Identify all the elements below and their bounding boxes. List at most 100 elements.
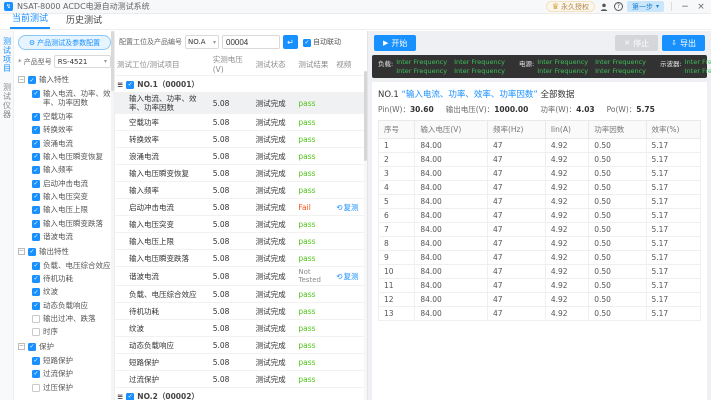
test-item-row[interactable]: 转换效率 5.08 测试完成 pass [115, 131, 367, 148]
retry-button[interactable]: ⟲ 复测 [336, 271, 358, 282]
tree-item[interactable]: 输出过冲、跌落 [18, 312, 111, 325]
test-item-row[interactable]: 短路保护 5.08 测试完成 pass [115, 354, 367, 371]
tree-item-checkbox[interactable]: ✓ [32, 112, 40, 121]
menu-icon[interactable]: ≡ [117, 80, 123, 89]
tree-item-checkbox[interactable] [32, 383, 40, 392]
tree-item[interactable]: ✓ 过流保护 [18, 367, 111, 380]
tree-group-checkbox[interactable]: ✓ [28, 342, 36, 351]
tree-item-checkbox[interactable]: ✓ [32, 139, 40, 148]
tree-item[interactable]: 过压保护 [18, 381, 111, 394]
tree-item[interactable]: ✓ 输入电压瞬变跌落 [18, 217, 111, 230]
tree-group-row[interactable]: − ✓ 输入特性 [18, 72, 111, 87]
group-checkbox[interactable]: ✓ [126, 80, 135, 89]
result-row[interactable]: 7 84.00 47 4.92 0.50 5.17 [377, 222, 701, 237]
retry-button[interactable]: ⟲ 复测 [336, 202, 358, 213]
serial-number-input[interactable] [222, 35, 280, 49]
result-row[interactable]: 3 84.00 47 4.92 0.50 5.17 [377, 166, 701, 181]
station-group-no1[interactable]: ≡ ✓ NO.1（00001） [115, 76, 367, 93]
group-checkbox[interactable]: ✓ [126, 392, 135, 400]
tab-history-test[interactable]: 历史测试 [64, 11, 104, 29]
tree-item-checkbox[interactable]: ✓ [32, 301, 40, 310]
tree-group-row[interactable]: − ✓ 输出特性 [18, 244, 111, 259]
test-item-row[interactable]: 输入电流、功率、效率、功率因数 5.08 测试完成 pass [115, 93, 367, 114]
test-item-row[interactable]: 启动冲击电流 5.08 测试完成 Fail ⟲ 复测 [115, 199, 367, 216]
start-button[interactable]: ▶ 开始 [374, 35, 417, 51]
result-row[interactable]: 1 84.00 47 4.92 0.50 5.17 [377, 138, 701, 153]
tree-item[interactable]: ✓ 负载、电压综合效应 [18, 259, 111, 272]
test-item-row[interactable]: 待机功耗 5.08 测试完成 pass [115, 303, 367, 320]
tree-item[interactable]: ✓ 启动冲击电流 [18, 177, 111, 190]
test-item-row[interactable]: 谐波电流 5.08 测试完成 Not Tested ⟲ 复测 [115, 267, 367, 286]
stop-button[interactable]: ✕ 停止 [615, 35, 659, 51]
tree-item-checkbox[interactable]: ✓ [32, 206, 40, 215]
tree-item[interactable]: ✓ 浪涌电流 [18, 137, 111, 150]
tree-item[interactable]: ✓ 短路保护 [18, 354, 111, 367]
middle-scrollbar[interactable] [364, 71, 367, 400]
collapse-icon[interactable]: − [18, 342, 25, 350]
test-item-row[interactable]: 纹波 5.08 测试完成 pass [115, 320, 367, 337]
tree-item-checkbox[interactable]: ✓ [32, 261, 40, 270]
tree-item-checkbox[interactable]: ✓ [32, 126, 40, 135]
tree-item-checkbox[interactable]: ✓ [32, 288, 40, 297]
result-row[interactable]: 9 84.00 47 4.92 0.50 5.17 [377, 250, 701, 265]
user-menu-button[interactable]: 第一步 ▾ [626, 1, 664, 12]
tree-item[interactable]: ✓ 输入频率 [18, 163, 111, 176]
tree-item-checkbox[interactable]: ✓ [32, 152, 40, 161]
tree-item[interactable]: ✓ 动态负载响应 [18, 299, 111, 312]
collapse-icon[interactable]: − [18, 76, 25, 83]
tree-item[interactable]: ✓ 空载功率 [18, 110, 111, 123]
tree-item-checkbox[interactable]: ✓ [32, 179, 40, 188]
close-button[interactable]: × [695, 1, 707, 13]
station-group-no2[interactable]: ≡ ✓ NO.2（00002） [115, 388, 367, 400]
tree-item-checkbox[interactable] [32, 315, 40, 323]
tree-item[interactable]: ✓ 输入电压突变 [18, 190, 111, 203]
tab-current-test[interactable]: 当前测试 [10, 9, 51, 29]
auto-linkage-option[interactable]: ✓ 自动联动 [303, 37, 341, 47]
result-row[interactable]: 4 84.00 47 4.92 0.50 5.17 [377, 180, 701, 195]
result-row[interactable]: 10 84.00 47 4.92 0.50 5.17 [377, 264, 701, 279]
station-select[interactable]: NO.A ▾ [185, 35, 219, 49]
tree-item-checkbox[interactable]: ✓ [32, 193, 40, 201]
tree-item[interactable]: ✓ 输入电流、功率、效率、功率因数 [18, 87, 111, 110]
vtab-test-instruments[interactable]: 测试仪器 [3, 83, 12, 119]
collapse-icon[interactable]: − [18, 247, 25, 255]
test-item-row[interactable]: 空载功率 5.08 测试完成 pass [115, 114, 367, 131]
result-row[interactable]: 2 84.00 47 4.92 0.50 5.17 [377, 152, 701, 167]
test-item-row[interactable]: 输入电压上限 5.08 测试完成 pass [115, 233, 367, 250]
vtab-test-items[interactable]: 测试项目 [3, 37, 12, 73]
tree-item-checkbox[interactable]: ✓ [32, 90, 40, 98]
result-row[interactable]: 6 84.00 47 4.92 0.50 5.17 [377, 208, 701, 223]
user-icon[interactable] [599, 1, 610, 12]
tree-group-checkbox[interactable]: ✓ [28, 76, 36, 84]
auto-linkage-checkbox[interactable]: ✓ [303, 38, 311, 47]
help-icon[interactable]: ? [613, 2, 623, 11]
result-row[interactable]: 11 84.00 47 4.92 0.50 5.17 [377, 278, 701, 293]
tree-item-checkbox[interactable]: ✓ [32, 166, 40, 175]
tree-group-row[interactable]: − ✓ 保护 [18, 339, 111, 354]
tree-item-checkbox[interactable]: ✓ [32, 219, 40, 228]
result-row[interactable]: 13 84.00 47 4.92 0.50 5.17 [377, 306, 701, 321]
tree-item-checkbox[interactable]: ✓ [32, 356, 40, 365]
test-item-row[interactable]: 输入电压瞬变跌落 5.08 测试完成 pass [115, 250, 367, 267]
confirm-sn-button[interactable]: ↵ [283, 35, 298, 49]
tree-item[interactable]: ✓ 纹波 [18, 285, 111, 298]
model-select[interactable]: RS-4521 ▾ [53, 55, 111, 68]
tree-item[interactable]: ✓ 待机功耗 [18, 272, 111, 285]
tree-item[interactable]: ✓ 输入电压上限 [18, 203, 111, 216]
test-item-row[interactable]: 动态负载响应 5.08 测试完成 pass [115, 337, 367, 354]
result-row[interactable]: 8 84.00 47 4.92 0.50 5.17 [377, 236, 701, 251]
test-item-row[interactable]: 输入电压瞬变恢复 5.08 测试完成 pass [115, 165, 367, 182]
test-item-row[interactable]: 输入电压突变 5.08 测试完成 pass [115, 216, 367, 233]
tree-item[interactable]: ✓ 转换效率 [18, 123, 111, 136]
sidebar-scrollbar[interactable] [111, 31, 114, 400]
result-row[interactable]: 5 84.00 47 4.92 0.50 5.17 [377, 194, 701, 209]
export-button[interactable]: ⇩ 导出 [662, 35, 705, 51]
tree-item-checkbox[interactable] [32, 328, 40, 337]
tree-item[interactable]: 时序 [18, 325, 111, 338]
result-row[interactable]: 12 84.00 47 4.92 0.50 5.17 [377, 292, 701, 307]
test-item-row[interactable]: 浪涌电流 5.08 测试完成 pass [115, 148, 367, 165]
tree-item-checkbox[interactable]: ✓ [32, 274, 40, 283]
tree-item-checkbox[interactable]: ✓ [32, 370, 40, 379]
minimize-button[interactable]: − [679, 1, 691, 13]
tree-item[interactable]: ✓ 输入电压瞬变恢复 [18, 150, 111, 163]
